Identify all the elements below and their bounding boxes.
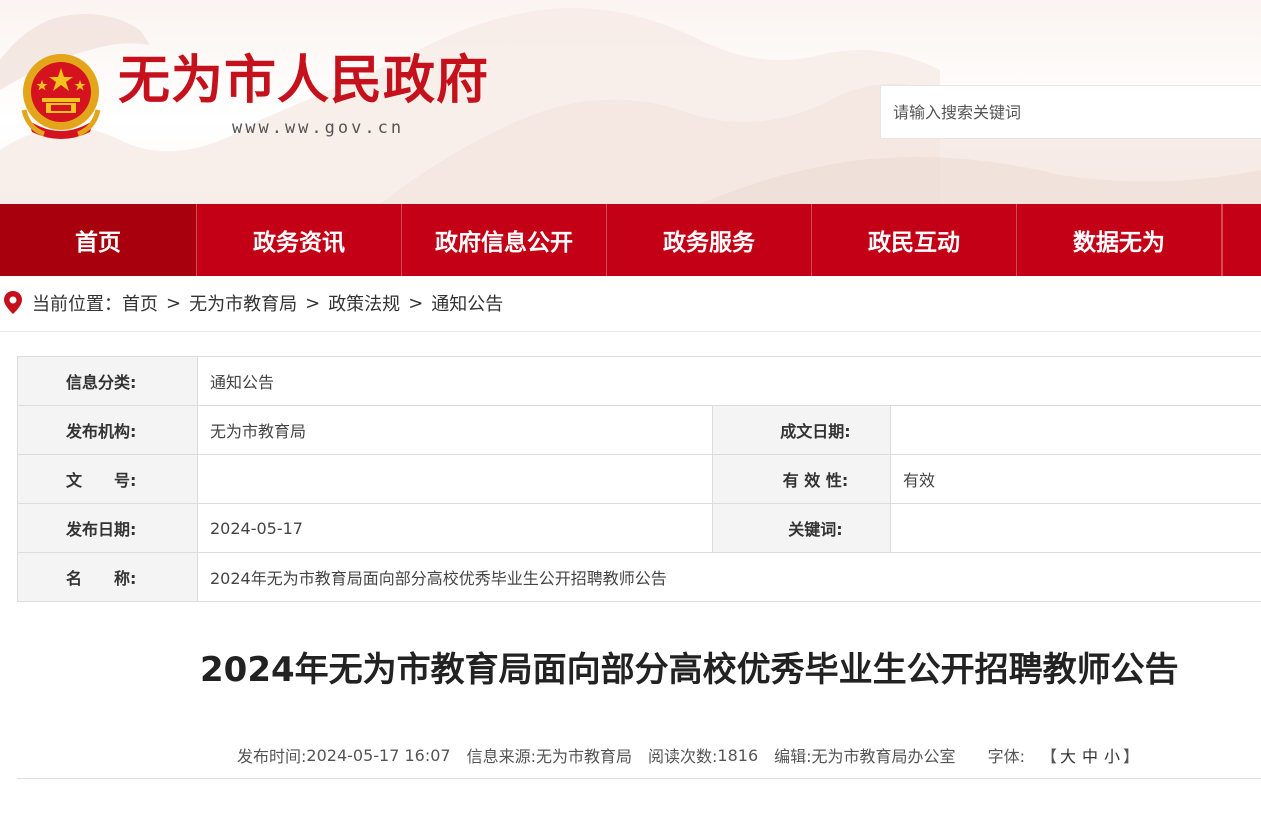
- keywords-value: [890, 503, 1261, 553]
- site-title: 无为市人民政府: [118, 50, 490, 111]
- source-value: 无为市教育局: [536, 747, 633, 766]
- nav-item-government-services[interactable]: 政务服务: [607, 204, 812, 276]
- site-header: 无为市人民政府 www.ww.gov.cn: [0, 0, 1261, 204]
- breadcrumb: 当前位置： 首页 > 无为市教育局 > 政策法规 > 通知公告: [0, 286, 503, 320]
- article-meta: 发布时间: 2024-05-17 16:07 信息来源: 无为市教育局 阅读次数…: [237, 743, 1139, 767]
- nav-spacer: [1222, 204, 1261, 276]
- location-pin-icon: [4, 291, 22, 314]
- name-value: 2024年无为市教育局面向部分高校优秀毕业生公开招聘教师公告: [197, 552, 1261, 602]
- breadcrumb-separator: >: [305, 292, 321, 314]
- category-value: 通知公告: [197, 356, 1261, 406]
- breadcrumb-home[interactable]: 首页: [122, 290, 158, 316]
- validity-label: 有 效 性:: [712, 454, 891, 504]
- editor-label: 编辑:: [774, 747, 812, 766]
- font-size-label: 字体:: [987, 747, 1025, 766]
- search-input[interactable]: [881, 86, 1261, 138]
- divider: [17, 778, 1261, 779]
- document-info-table: 信息分类: 通知公告 发布机构: 无为市教育局 成文日期: 文 号: 有 效 性…: [17, 356, 1261, 602]
- table-row: 名 称: 2024年无为市教育局面向部分高校优秀毕业生公开招聘教师公告: [17, 552, 1261, 602]
- nav-item-interaction[interactable]: 政民互动: [812, 204, 1017, 276]
- validity-value: 有效: [890, 454, 1261, 504]
- nav-item-data[interactable]: 数据无为: [1017, 204, 1222, 276]
- font-size-large-button[interactable]: 大: [1060, 743, 1076, 767]
- table-row: 发布日期: 2024-05-17 关键词:: [17, 503, 1261, 553]
- written-date-label: 成文日期:: [712, 405, 891, 455]
- source-label: 信息来源:: [466, 747, 536, 766]
- publisher-label: 发布机构:: [17, 405, 198, 455]
- breadcrumb-notices[interactable]: 通知公告: [431, 290, 503, 316]
- table-row: 信息分类: 通知公告: [17, 356, 1261, 406]
- main-nav: 首页 政务资讯 政府信息公开 政务服务 政民互动 数据无为: [0, 204, 1261, 276]
- name-label: 名 称:: [17, 552, 198, 602]
- publisher-value: 无为市教育局: [197, 405, 713, 455]
- table-row: 发布机构: 无为市教育局 成文日期:: [17, 405, 1261, 455]
- keywords-label: 关键词:: [712, 503, 891, 553]
- breadcrumb-separator: >: [408, 292, 424, 314]
- breadcrumb-prefix: 当前位置：: [32, 294, 122, 315]
- written-date-value: [890, 405, 1261, 455]
- site-url: www.ww.gov.cn: [232, 118, 405, 138]
- divider: [0, 331, 1261, 332]
- category-label: 信息分类:: [17, 356, 198, 406]
- breadcrumb-education-bureau[interactable]: 无为市教育局: [189, 290, 297, 316]
- search-box: [880, 85, 1261, 139]
- publish-time-label: 发布时间:: [237, 747, 307, 766]
- nav-item-government-news[interactable]: 政务资讯: [197, 204, 402, 276]
- publish-date-label: 发布日期:: [17, 503, 198, 553]
- table-row: 文 号: 有 效 性: 有效: [17, 454, 1261, 504]
- nav-item-home[interactable]: 首页: [0, 204, 197, 276]
- national-emblem-icon: [21, 54, 101, 139]
- views-value: 1816: [717, 745, 759, 765]
- doc-number-label: 文 号:: [17, 454, 198, 504]
- breadcrumb-separator: >: [166, 292, 182, 314]
- font-size-small-button[interactable]: 小: [1104, 743, 1120, 767]
- editor-value: 无为市教育局办公室: [811, 747, 956, 766]
- nav-item-information-disclosure[interactable]: 政府信息公开: [402, 204, 607, 276]
- views-label: 阅读次数:: [648, 747, 718, 766]
- font-size-medium-button[interactable]: 中: [1082, 743, 1098, 767]
- breadcrumb-policies[interactable]: 政策法规: [328, 290, 400, 316]
- doc-number-value: [197, 454, 713, 504]
- font-size-bracket-open: 【: [1040, 747, 1057, 766]
- publish-date-value: 2024-05-17: [197, 503, 713, 553]
- font-size-bracket-close: 】: [1123, 747, 1140, 766]
- article-title: 2024年无为市教育局面向部分高校优秀毕业生公开招聘教师公告: [200, 650, 1179, 690]
- publish-time-value: 2024-05-17 16:07: [306, 745, 451, 765]
